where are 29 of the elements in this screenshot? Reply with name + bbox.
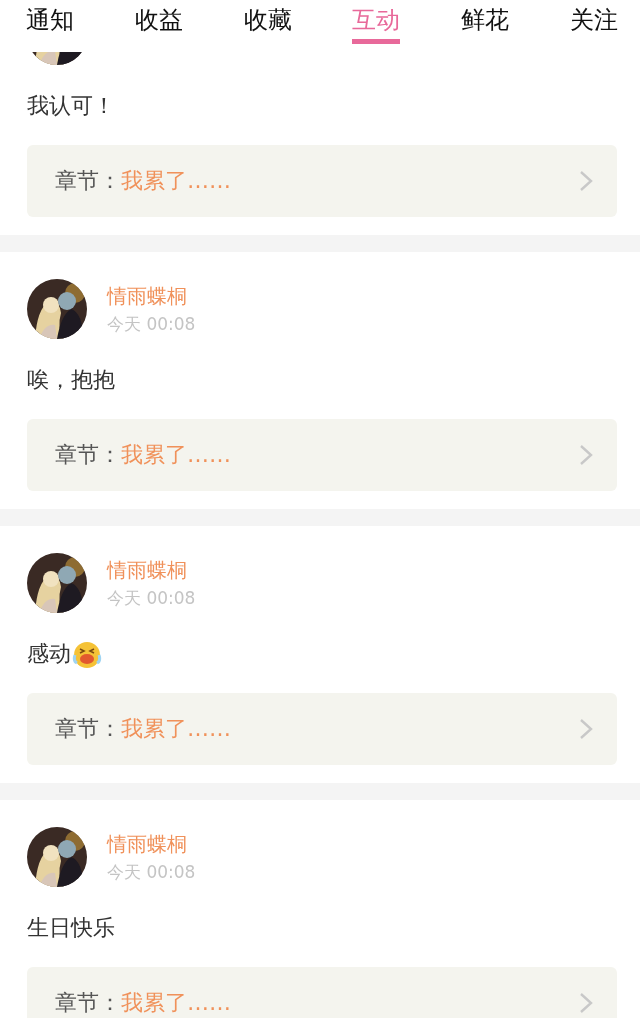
tab[interactable]: 收益 — [134, 0, 183, 44]
comment-time: 今天 00:08 — [107, 314, 196, 334]
chevron-right-icon — [579, 170, 593, 192]
comment-text: 生日快乐 — [27, 917, 115, 939]
chapter-title: 我累了…… — [121, 989, 232, 1017]
tab[interactable]: 鲜花 — [461, 0, 510, 44]
comment-time: 今天 00:08 — [107, 588, 196, 608]
tab[interactable]: 收藏 — [243, 0, 292, 44]
chapter-link[interactable]: 章节：我累了…… — [27, 145, 617, 217]
chapter-title: 我累了…… — [121, 167, 232, 195]
tab[interactable]: 通知 — [26, 0, 74, 44]
chapter-label: 章节： — [55, 715, 121, 743]
comment-time: 今天 00:08 — [107, 862, 196, 882]
chapter-label: 章节： — [55, 989, 121, 1017]
chapter-title: 我累了…… — [121, 715, 232, 743]
comment-text: 唉，抱抱 — [27, 369, 115, 391]
comment-text: 感动 — [27, 643, 71, 665]
chapter-label: 章节： — [55, 441, 121, 469]
chapter-label: 章节： — [55, 167, 121, 195]
chapter-link[interactable]: 章节：我累了…… — [27, 693, 617, 765]
comment-text: 我认可！ — [27, 95, 115, 117]
chapter-link[interactable]: 章节：我累了…… — [27, 419, 617, 491]
chapter-link[interactable]: 章节：我累了…… — [27, 967, 617, 1018]
chapter-title: 我累了…… — [121, 441, 232, 469]
crying-face-icon — [72, 639, 102, 669]
chevron-right-icon — [579, 444, 593, 466]
chevron-right-icon — [579, 718, 593, 740]
tab[interactable]: 关注 — [570, 0, 618, 44]
chevron-right-icon — [579, 992, 593, 1014]
